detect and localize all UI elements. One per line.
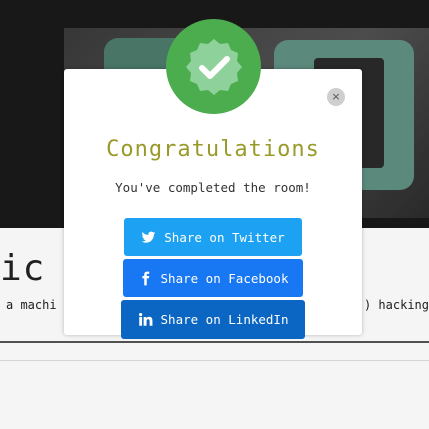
twitter-icon bbox=[141, 231, 156, 243]
modal-message: You've completed the room! bbox=[115, 180, 311, 195]
share-linkedin-label: Share on LinkedIn bbox=[160, 312, 289, 327]
modal-title: Congratulations bbox=[106, 137, 320, 162]
share-linkedin-button[interactable]: Share on LinkedIn bbox=[121, 300, 305, 339]
share-twitter-label: Share on Twitter bbox=[164, 229, 285, 245]
share-facebook-button[interactable]: Share on Facebook bbox=[123, 259, 303, 297]
share-twitter-button[interactable]: Share on Twitter bbox=[124, 218, 302, 256]
facebook-icon bbox=[141, 271, 149, 285]
check-badge-icon bbox=[166, 19, 261, 114]
share-facebook-label: Share on Facebook bbox=[160, 270, 289, 286]
linkedin-icon bbox=[138, 312, 152, 326]
close-button[interactable]: × bbox=[327, 88, 345, 106]
